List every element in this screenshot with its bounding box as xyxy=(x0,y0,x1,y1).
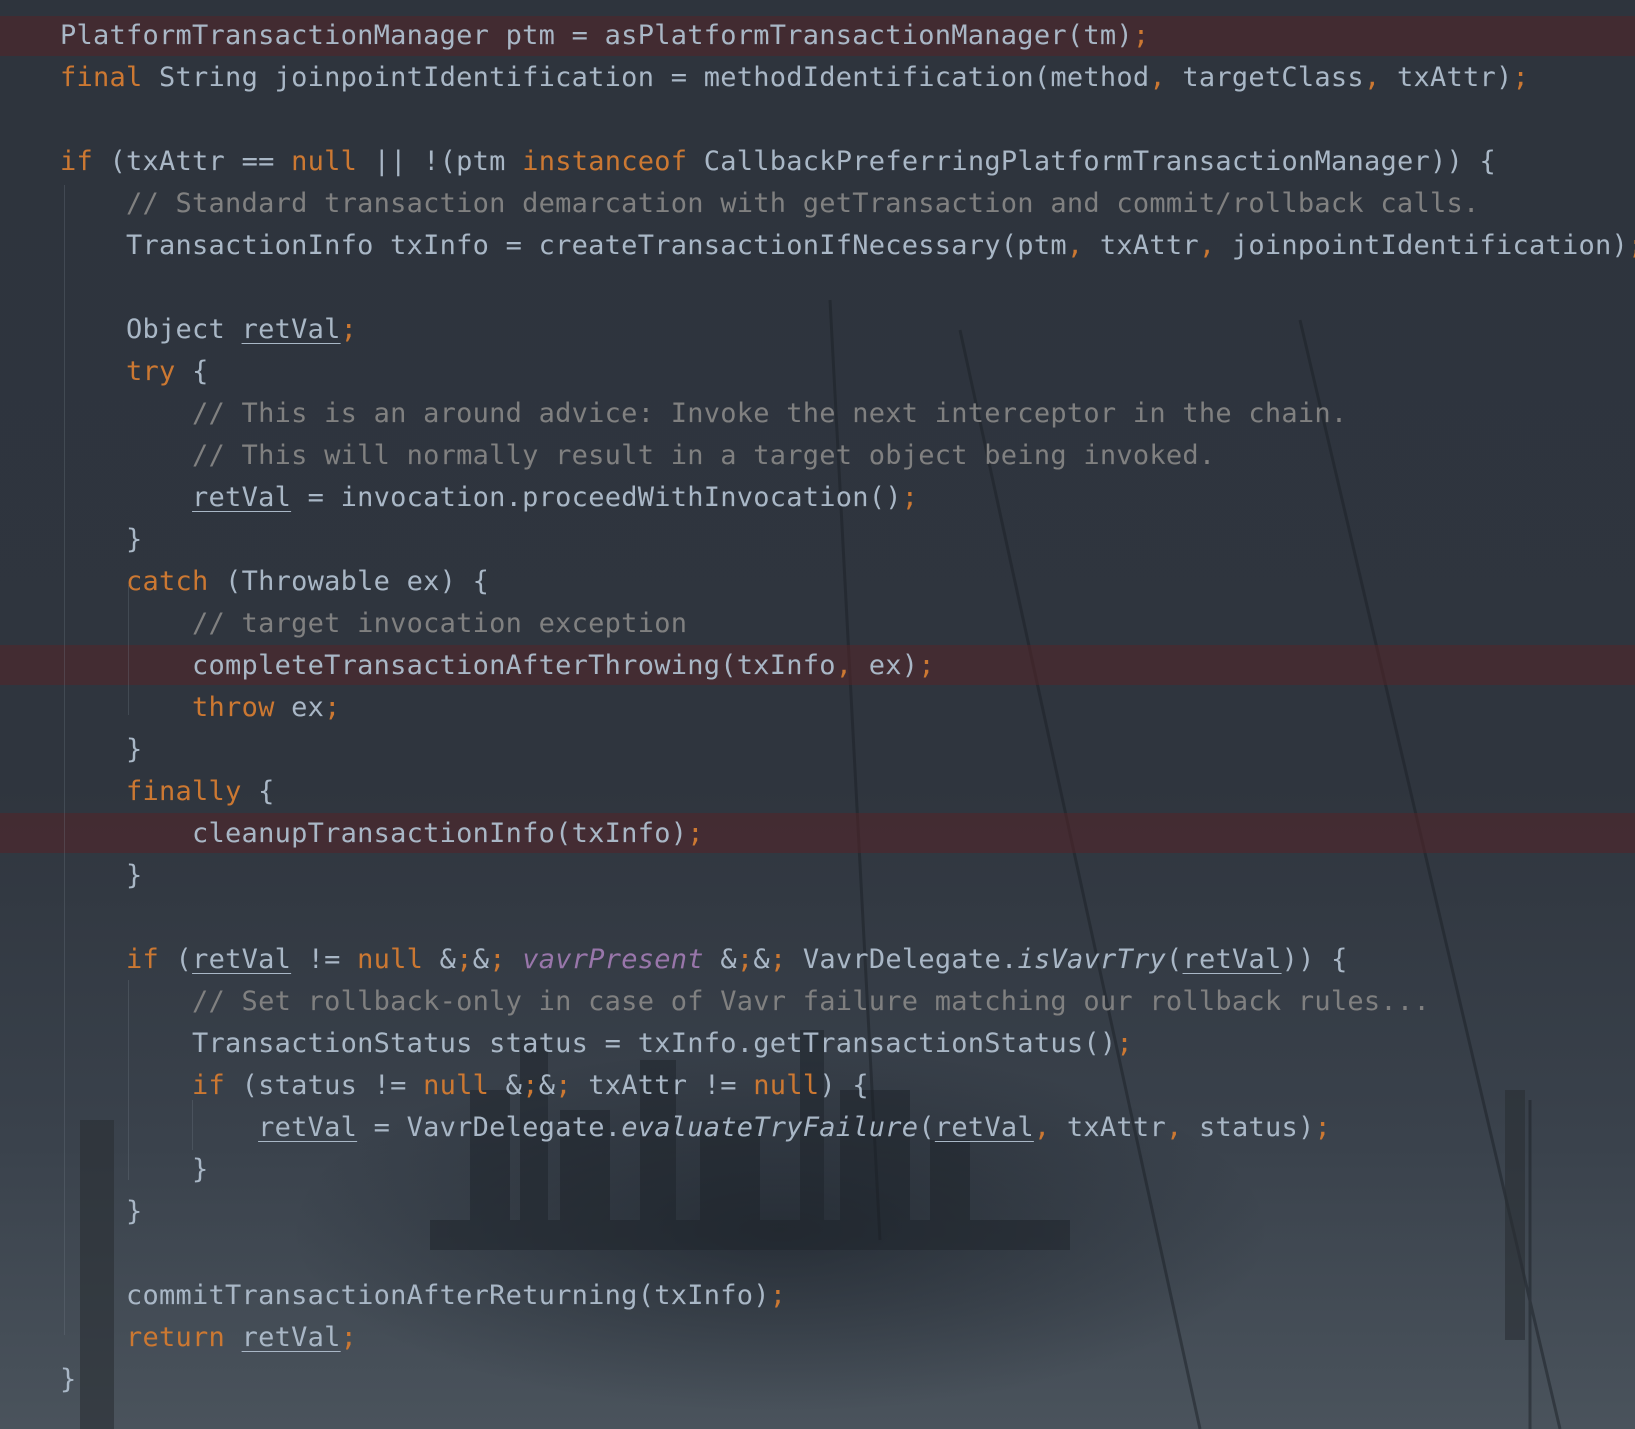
code-line-9[interactable]: try { xyxy=(60,351,209,393)
code-line-2[interactable]: final String joinpointIdentification = m… xyxy=(60,57,1529,99)
comment-line[interactable]: // Standard transaction demarcation with… xyxy=(60,183,1479,225)
code-line-14[interactable]: catch (Throwable ex) { xyxy=(60,561,489,603)
code-line-25[interactable]: TransactionStatus status = txInfo.getTra… xyxy=(60,1023,1133,1065)
code-line-26[interactable]: if (status != null &;&; txAttr != null) … xyxy=(60,1065,869,1107)
code-line-20[interactable]: cleanupTransactionInfo(txInfo); xyxy=(60,813,704,855)
code-line-19[interactable]: finally { xyxy=(60,771,275,813)
comment-line[interactable]: // target invocation exception xyxy=(60,603,687,645)
code-line-1[interactable]: PlatformTransactionManager ptm = asPlatf… xyxy=(60,15,1149,57)
code-line-6[interactable]: TransactionInfo txInfo = createTransacti… xyxy=(60,225,1635,267)
comment-line[interactable]: // This will normally result in a target… xyxy=(60,435,1215,477)
comment-line[interactable]: // This is an around advice: Invoke the … xyxy=(60,393,1347,435)
code-line-28[interactable]: } xyxy=(60,1149,209,1191)
code-line-21[interactable]: } xyxy=(60,855,143,897)
code-line-32[interactable]: return retVal; xyxy=(60,1317,357,1359)
code-line-13[interactable]: } xyxy=(60,519,143,561)
code-line-18[interactable]: } xyxy=(60,729,143,771)
code-line-17[interactable]: throw ex; xyxy=(60,687,341,729)
code-line-16[interactable]: completeTransactionAfterThrowing(txInfo,… xyxy=(60,645,935,687)
code-line-8[interactable]: Object retVal; xyxy=(60,309,357,351)
code-line-33[interactable]: } xyxy=(60,1359,77,1401)
comment-line[interactable]: // Set rollback-only in case of Vavr fai… xyxy=(60,981,1430,1023)
code-editor[interactable]: PlatformTransactionManager ptm = asPlatf… xyxy=(0,0,1635,1429)
code-line-31[interactable]: commitTransactionAfterReturning(txInfo); xyxy=(60,1275,786,1317)
code-line-27[interactable]: retVal = VavrDelegate.evaluateTryFailure… xyxy=(60,1107,1331,1149)
code-line-12[interactable]: retVal = invocation.proceedWithInvocatio… xyxy=(60,477,918,519)
code-line-29[interactable]: } xyxy=(60,1191,143,1233)
code-line-4[interactable]: if (txAttr == null || !(ptm instanceof C… xyxy=(60,141,1496,183)
code-line-23[interactable]: if (retVal != null &;&; vavrPresent &;&;… xyxy=(60,939,1348,981)
